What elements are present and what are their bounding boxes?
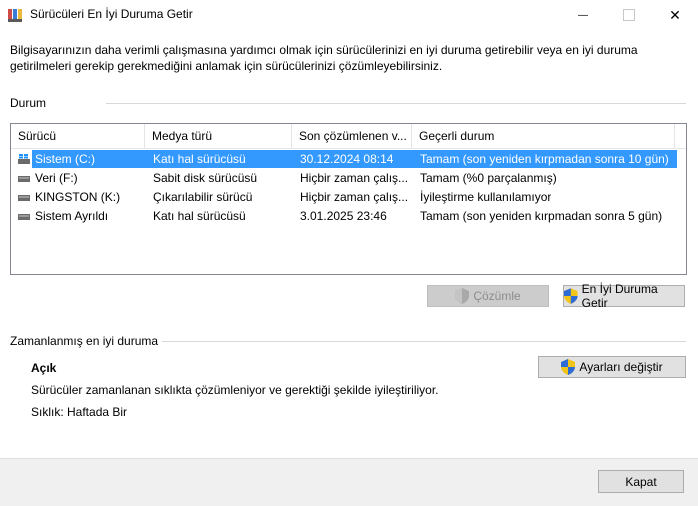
analyze-button-label: Çözümle: [473, 289, 521, 303]
drive-name: Veri (F:): [35, 171, 78, 185]
scheduled-separator: [162, 341, 686, 342]
optimize-button[interactable]: En İyi Duruma Getir: [563, 282, 685, 310]
media-type: Çıkarılabilir sürücü: [153, 190, 253, 204]
defrag-app-icon: [8, 9, 22, 22]
minimize-icon: —: [578, 9, 588, 21]
status-separator: [106, 103, 686, 104]
current-status: Tamam (%0 parçalanmış): [420, 171, 557, 185]
hard-drive-icon: [18, 195, 30, 201]
drive-name: Sistem (C:): [35, 152, 95, 166]
change-settings-button[interactable]: Ayarları değiştir: [538, 356, 686, 378]
close-button-label: Kapat: [625, 474, 657, 489]
list-header: Sürücü Medya türü Son çözümlenen v... Ge…: [11, 124, 686, 149]
window-title: Sürücüleri En İyi Duruma Getir: [30, 7, 193, 21]
drive-row[interactable]: Sistem (C:) Katı hal sürücüsü 30.12.2024…: [15, 150, 677, 168]
title-bar: Sürücüleri En İyi Duruma Getir — ✕: [0, 0, 698, 30]
uac-shield-icon: [455, 288, 470, 304]
maximize-icon: [623, 9, 635, 21]
drive-row[interactable]: Sistem Ayrıldı Katı hal sürücüsü 3.01.20…: [15, 207, 677, 225]
column-last-analyzed[interactable]: Son çözümlenen v...: [292, 124, 412, 148]
column-media-type[interactable]: Medya türü: [145, 124, 292, 148]
scheduled-section-label: Zamanlanmış en iyi duruma: [10, 334, 159, 348]
column-current-status[interactable]: Geçerli durum: [412, 124, 675, 148]
last-analyzed: 3.01.2025 23:46: [300, 209, 387, 223]
analyze-button[interactable]: Çözümle: [427, 285, 549, 307]
close-button[interactable]: Kapat: [598, 470, 684, 493]
intro-text: Bilgisayarınızın daha verimli çalışmasın…: [10, 43, 638, 73]
column-drive[interactable]: Sürücü: [11, 124, 145, 148]
drive-row[interactable]: KINGSTON (K:) Çıkarılabilir sürücü Hiçbi…: [15, 188, 677, 206]
media-type: Sabit disk sürücüsü: [153, 171, 258, 185]
dialog-footer: Kapat: [0, 458, 698, 506]
scheduled-state: Açık: [31, 361, 57, 375]
media-type: Katı hal sürücüsü: [153, 209, 246, 223]
minimize-button[interactable]: —: [560, 0, 606, 30]
last-analyzed: Hiçbir zaman çalış...: [300, 171, 409, 185]
change-settings-label: Ayarları değiştir: [579, 360, 663, 374]
drive-name: Sistem Ayrıldı: [35, 209, 109, 223]
uac-shield-icon: [561, 359, 576, 375]
last-analyzed: Hiçbir zaman çalış...: [300, 190, 409, 204]
main-content: Bilgisayarınızın daha verimli çalışmasın…: [0, 30, 698, 458]
uac-shield-icon: [564, 288, 578, 304]
media-type: Katı hal sürücüsü: [153, 152, 246, 166]
current-status: Tamam (son yeniden kırpmadan sonra 10 gü…: [420, 152, 669, 166]
optimize-drives-window: Sürücüleri En İyi Duruma Getir — ✕ Bilgi…: [0, 0, 698, 506]
maximize-button: [606, 0, 652, 30]
hard-drive-icon: [18, 214, 30, 220]
hard-drive-icon: [18, 176, 30, 182]
current-status: Tamam (son yeniden kırpmadan sonra 5 gün…: [420, 209, 663, 223]
status-section-label: Durum: [10, 96, 47, 110]
close-window-button[interactable]: ✕: [652, 0, 698, 30]
last-analyzed: 30.12.2024 08:14: [300, 152, 394, 166]
drive-name: KINGSTON (K:): [35, 190, 121, 204]
drives-list[interactable]: Sürücü Medya türü Son çözümlenen v... Ge…: [10, 123, 687, 275]
current-status: İyileştirme kullanılamıyor: [420, 190, 552, 204]
drive-row[interactable]: Veri (F:) Sabit disk sürücüsü Hiçbir zam…: [15, 169, 677, 187]
optimize-button-label: En İyi Duruma Getir: [581, 282, 658, 310]
scheduled-description: Sürücüler zamanlanan sıklıkta çözümleniy…: [31, 383, 439, 397]
windows-drive-icon: [18, 154, 30, 164]
scheduled-frequency: Sıklık: Haftada Bir: [31, 405, 128, 419]
close-icon: ✕: [669, 6, 681, 23]
